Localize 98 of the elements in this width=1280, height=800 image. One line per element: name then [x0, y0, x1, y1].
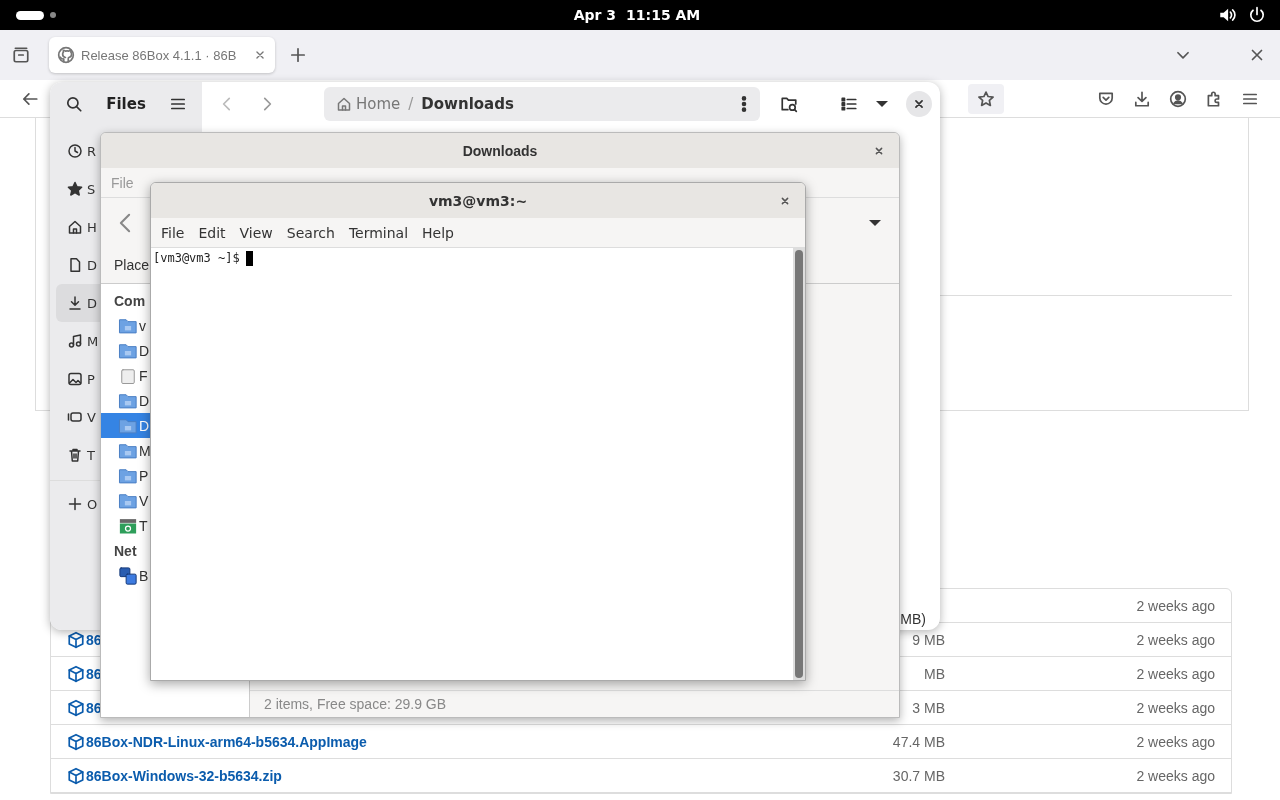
plus-icon — [289, 46, 307, 64]
asset-size: 3 MB — [911, 699, 945, 716]
places-label: Place — [114, 257, 150, 273]
asset-link[interactable]: 86Box-Windows-32-b5634.zip — [86, 767, 282, 784]
sidebar-item[interactable]: D — [56, 284, 100, 322]
asset-date: 2 weeks ago — [1135, 597, 1215, 614]
menu-item[interactable]: Edit — [196, 224, 228, 241]
menu-item[interactable]: Terminal — [346, 224, 411, 241]
place-item[interactable]: T — [101, 513, 150, 538]
place-item[interactable]: v — [101, 313, 150, 338]
place-item[interactable]: F — [101, 363, 150, 388]
place-item[interactable]: M — [101, 438, 150, 463]
app-title: Files — [105, 95, 147, 113]
trash-icon — [67, 447, 83, 463]
network-icon — [118, 565, 138, 586]
text-cursor — [245, 251, 253, 266]
asset-date: 2 weeks ago — [1135, 733, 1215, 750]
download-icon — [1133, 89, 1151, 108]
asset-link[interactable]: 86 — [86, 631, 102, 648]
asset-date: 2 weeks ago — [1135, 631, 1215, 648]
asset-size: 9 MB — [911, 631, 945, 648]
star-icon — [977, 89, 995, 108]
sidebar-item[interactable]: T — [56, 436, 100, 474]
download-icon — [67, 295, 83, 311]
asset-link[interactable]: 86 — [86, 699, 102, 716]
github-icon — [57, 46, 75, 64]
menu-item[interactable]: Search — [284, 224, 337, 241]
package-icon — [67, 630, 85, 649]
status-text: 2 items, Free space: 29.9 GB — [264, 696, 447, 712]
close-button[interactable] — [906, 91, 932, 117]
shell-prompt: [vm3@vm3 ~]$ — [153, 251, 240, 265]
tray-icon — [12, 46, 30, 64]
asset-size: MB — [923, 665, 945, 682]
dropdown-caret-icon — [869, 219, 881, 226]
asset-date: 2 weeks ago — [1135, 665, 1215, 682]
document-icon — [67, 257, 83, 273]
video-icon — [67, 409, 83, 425]
package-icon — [67, 698, 85, 717]
sidebar-item[interactable]: M — [56, 322, 100, 360]
sidebar-item[interactable]: V — [56, 398, 100, 436]
bookmark-star-button[interactable] — [968, 83, 1004, 114]
package-icon — [67, 664, 85, 683]
search-icon — [65, 95, 83, 113]
list-view-icon — [840, 95, 858, 113]
window-title: vm3@vm3:~ — [428, 192, 528, 209]
window-title: Downloads — [462, 142, 538, 159]
menu-item[interactable]: File — [159, 224, 187, 241]
sidebar-heading: Com — [114, 292, 146, 309]
place-item[interactable]: P — [101, 463, 150, 488]
sidebar-item[interactable]: D — [56, 246, 100, 284]
asset-link[interactable]: 86 — [86, 665, 102, 682]
dropdown-caret-icon — [876, 101, 888, 107]
close-icon — [779, 195, 791, 207]
image-icon — [67, 371, 83, 387]
sidebar-item[interactable]: H — [56, 208, 100, 246]
file-size-text: MB) — [900, 611, 926, 627]
close-icon — [253, 48, 267, 62]
asset-size: 47.4 MB — [891, 733, 945, 750]
home-icon — [67, 219, 83, 235]
scrollbar-thumb[interactable] — [795, 250, 803, 678]
path-separator: / — [408, 95, 414, 113]
date-text: Apr 3 — [573, 7, 617, 23]
place-item[interactable]: D — [101, 388, 150, 413]
close-icon — [873, 145, 885, 157]
clock-icon — [67, 143, 83, 159]
star-icon — [67, 181, 83, 197]
place-item[interactable]: D — [101, 338, 150, 363]
sidebar-item[interactable]: S — [56, 170, 100, 208]
asset-link[interactable]: 86Box-NDR-Linux-arm64-b5634.AppImage — [86, 733, 367, 750]
asset-date: 2 weeks ago — [1135, 699, 1215, 716]
place-item[interactable]: V — [101, 488, 150, 513]
sidebar-item[interactable]: P — [56, 360, 100, 398]
browser-tab[interactable]: Release 86Box 4.1.1 · 86B — [49, 37, 275, 73]
path-crumb[interactable]: Home — [336, 95, 401, 113]
asset-date: 2 weeks ago — [1135, 767, 1215, 784]
activities-indicator[interactable] — [16, 10, 44, 20]
menu-item[interactable]: View — [237, 224, 275, 241]
close-icon — [912, 97, 926, 111]
place-item[interactable]: D — [101, 413, 150, 438]
home-icon — [336, 96, 352, 112]
plus-icon — [67, 496, 83, 512]
sidebar-item[interactable]: R — [56, 132, 100, 170]
account-icon — [1169, 89, 1187, 108]
tab-list-button[interactable] — [10, 44, 32, 66]
workspace-dot — [50, 12, 56, 18]
folder-search-icon — [780, 95, 798, 113]
sidebar-heading: Net — [114, 542, 137, 559]
menu-item[interactable]: Help — [420, 224, 456, 241]
volume-icon — [1218, 6, 1236, 24]
time-text: 11:15 AM — [626, 7, 701, 23]
sidebar-item[interactable]: O — [56, 485, 100, 523]
path-crumb[interactable]: Downloads — [421, 95, 514, 113]
package-icon — [67, 766, 85, 785]
package-icon — [67, 732, 85, 751]
power-icon — [1248, 6, 1266, 24]
music-icon — [67, 333, 83, 349]
place-item[interactable]: B — [101, 563, 150, 588]
asset-size: 30.7 MB — [891, 767, 945, 784]
